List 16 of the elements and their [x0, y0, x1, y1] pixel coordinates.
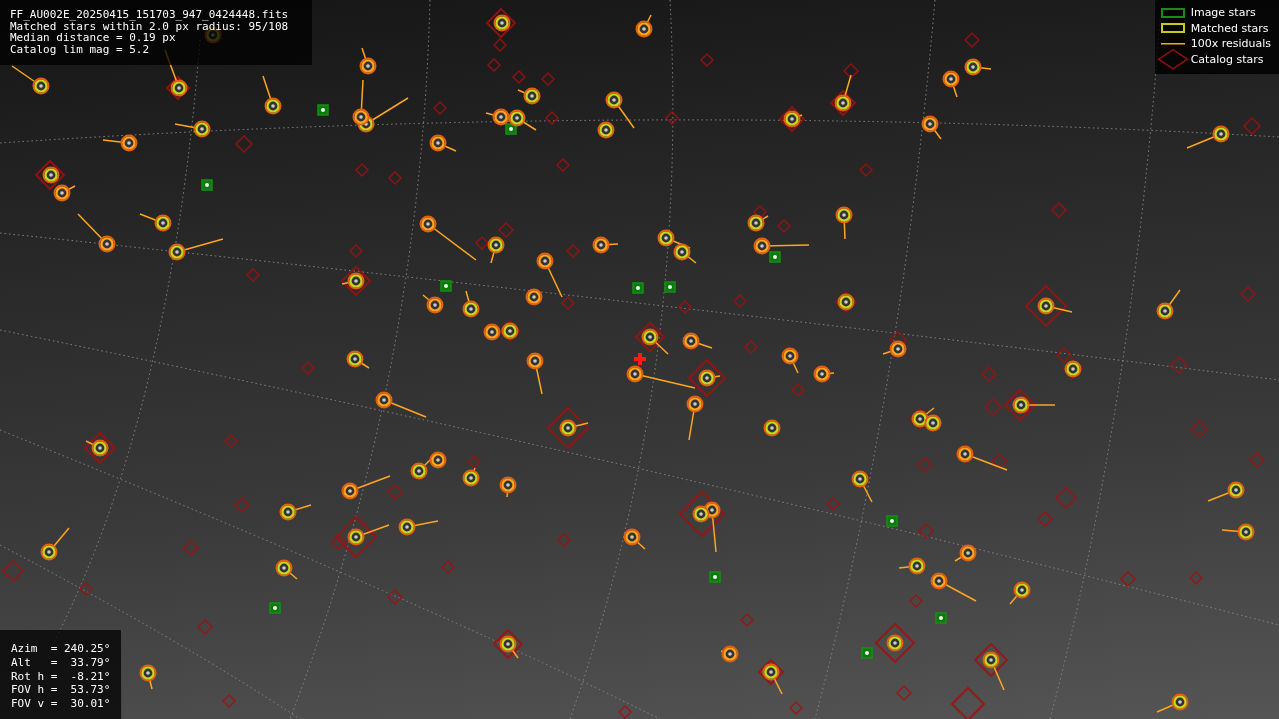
rectangle-swatch-icon — [1160, 23, 1185, 34]
pointing-text: Alt = 33.79° — [11, 655, 112, 670]
info-text: Median distance = 0.19 px — [10, 32, 176, 44]
pointing-text: FOV h = 53.73° — [11, 683, 112, 698]
info-text: FF_AU002E_20250415_151703_947_0424448.fits — [10, 9, 290, 21]
line-swatch-icon — [1160, 42, 1185, 45]
legend-label: 100x residuals — [1190, 37, 1271, 51]
info-text: Catalog lim mag = 5.2 — [10, 43, 151, 56]
pointing-text: FOV v = 30.01° — [11, 697, 112, 711]
legend-label: Catalog stars — [1190, 52, 1264, 66]
pointing-text: Azim = 240.25° — [11, 642, 112, 656]
rectangle-swatch-icon — [1160, 7, 1185, 18]
pointing-text: Rot h = -8.21° — [11, 669, 112, 684]
legend-label: Image stars — [1190, 6, 1256, 20]
legend-label: Matched stars — [1190, 21, 1269, 35]
info-text: Matched stars within 2.0 px radius: 95/108 — [10, 20, 290, 33]
